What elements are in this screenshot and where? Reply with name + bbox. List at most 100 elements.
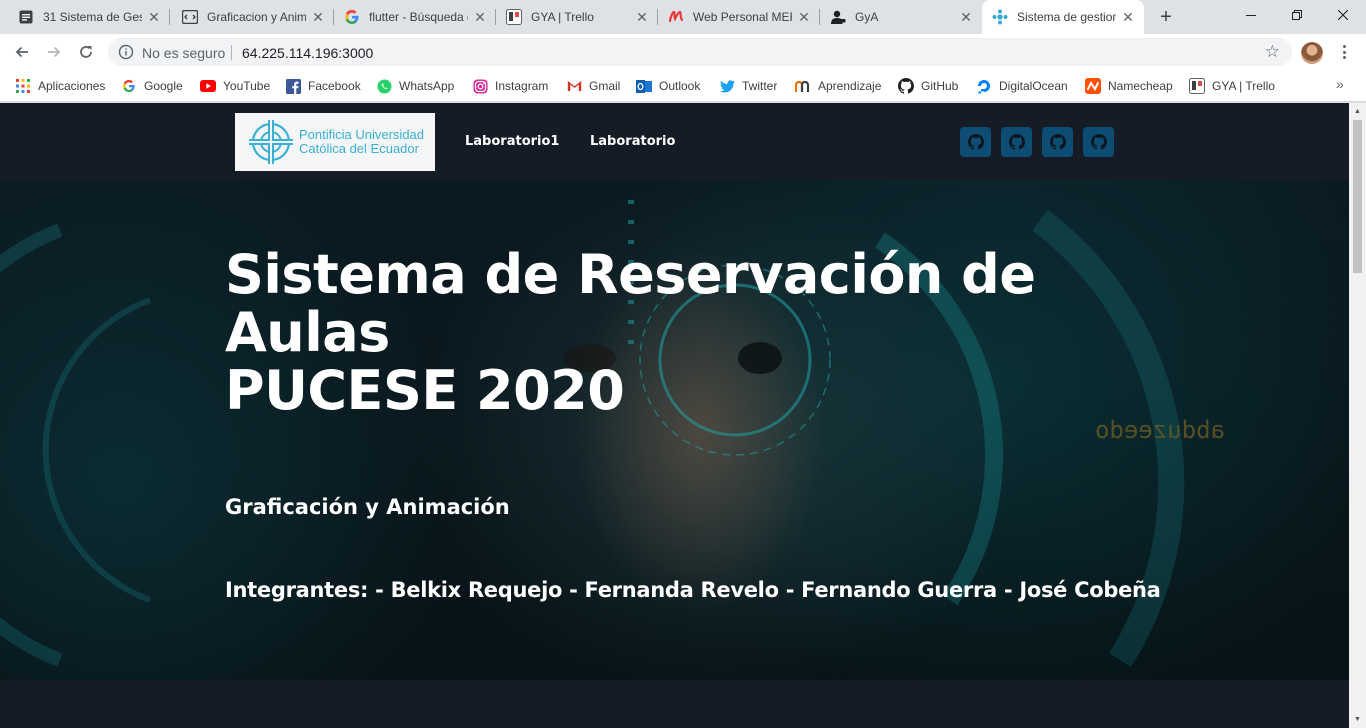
tab-flutter-search[interactable]: flutter - Búsqueda de Google ✕ xyxy=(334,0,496,34)
nav-link-laboratorio1[interactable]: Laboratorio1 xyxy=(465,134,559,149)
instagram-icon xyxy=(472,78,488,94)
twitter-icon xyxy=(719,78,735,94)
close-icon[interactable]: ✕ xyxy=(146,9,162,25)
close-icon[interactable]: ✕ xyxy=(958,9,974,25)
arrow-right-icon xyxy=(48,46,61,58)
bookmark-aprendizaje[interactable]: Aprendizaje xyxy=(795,76,881,96)
hero-title-line2: Aulas xyxy=(225,301,390,364)
bookmark-aplicaciones[interactable]: Aplicaciones xyxy=(15,76,105,96)
user-icon xyxy=(830,9,846,25)
namecheap-icon xyxy=(1085,78,1101,94)
google-icon xyxy=(344,9,360,25)
profile-avatar[interactable] xyxy=(1301,42,1323,64)
site-navbar: Pontificia Universidad Católica del Ecua… xyxy=(0,103,1349,180)
close-icon[interactable]: ✕ xyxy=(634,9,650,25)
tab-gya[interactable]: GyA ✕ xyxy=(820,0,982,34)
tab-graficacion[interactable]: Graficacion y Animación ✕ xyxy=(172,0,334,34)
restore-button[interactable] xyxy=(1274,0,1320,30)
google-icon xyxy=(121,78,137,94)
bookmark-label: Instagram xyxy=(495,79,549,93)
new-tab-button[interactable]: + xyxy=(1154,5,1178,29)
bookmark-github[interactable]: GitHub xyxy=(898,76,958,96)
close-icon[interactable]: ✕ xyxy=(472,9,488,25)
tab-strip: 31 Sistema de Gestión ✕ Graficacion y An… xyxy=(0,0,1366,34)
arrow-left-icon xyxy=(15,46,28,58)
app-icon xyxy=(992,9,1008,25)
github-link-button[interactable] xyxy=(1083,127,1114,157)
github-icon xyxy=(1090,134,1107,150)
bookmark-label: Twitter xyxy=(742,79,778,93)
bookmark-outlook[interactable]: Outlook xyxy=(636,76,700,96)
github-link-button[interactable] xyxy=(960,127,991,157)
chevron-right-icon[interactable]: » xyxy=(1336,76,1344,92)
bookmark-label: WhatsApp xyxy=(399,79,455,93)
close-icon[interactable]: ✕ xyxy=(796,9,812,25)
bookmark-whatsapp[interactable]: WhatsApp xyxy=(376,76,454,96)
apps-icon xyxy=(15,78,31,94)
trello-icon xyxy=(1189,78,1205,94)
forward-button[interactable] xyxy=(40,38,68,66)
bookmark-gya-trello[interactable]: GYA | Trello xyxy=(1189,76,1275,96)
github-link-button[interactable] xyxy=(1042,127,1073,157)
bookmark-twitter[interactable]: Twitter xyxy=(719,76,777,96)
pucese-emblem-icon xyxy=(249,120,293,164)
browser-toolbar: No es seguro 64.225.114.196:3000 ☆ xyxy=(0,34,1366,70)
close-icon[interactable]: ✕ xyxy=(1120,9,1136,25)
tab-sistema-gestion-doc[interactable]: 31 Sistema de Gestión ✕ xyxy=(8,0,170,34)
bookmark-youtube[interactable]: YouTube xyxy=(200,76,270,96)
menu-kebab-icon[interactable] xyxy=(1336,42,1352,62)
scroll-up-icon[interactable]: ▲ xyxy=(1349,103,1366,120)
tab-sistema-gestion-active[interactable]: Sistema de gestion ✕ xyxy=(982,0,1144,34)
logo-text-line2: Católica del Ecuador xyxy=(299,141,419,156)
github-link-button[interactable] xyxy=(1001,127,1032,157)
minimize-button[interactable] xyxy=(1228,0,1274,30)
close-window-button[interactable] xyxy=(1320,0,1366,30)
github-icon xyxy=(967,134,984,150)
hero-watermark-text: abduzeedo xyxy=(1095,416,1226,444)
learning-icon xyxy=(795,78,811,94)
bookmark-digitalocean[interactable]: DigitalOcean xyxy=(976,76,1068,96)
bookmark-label: Gmail xyxy=(589,79,621,93)
reload-button[interactable] xyxy=(72,38,100,66)
scroll-down-icon[interactable]: ▼ xyxy=(1349,711,1366,728)
tab-title: Web Personal MEF xyxy=(693,10,792,24)
facebook-icon xyxy=(285,78,301,94)
bookmark-gmail[interactable]: Gmail xyxy=(566,76,620,96)
hero-members: Integrantes: - Belkix Requejo - Fernanda… xyxy=(225,578,1161,602)
bookmarks-bar: Aplicaciones Google YouTube Facebook Wha… xyxy=(0,70,1366,102)
tab-title: Sistema de gestion xyxy=(1017,10,1116,24)
digitalocean-icon xyxy=(976,78,992,94)
bookmark-label: GYA | Trello xyxy=(1212,79,1275,93)
tab-title: GyA xyxy=(855,10,879,24)
hero-title: Sistema de Reservación de Aulas PUCESE 2… xyxy=(225,246,1125,420)
page-scrollbar[interactable]: ▲ ▼ xyxy=(1349,103,1366,728)
info-icon[interactable] xyxy=(118,44,134,60)
bookmark-star-icon[interactable]: ☆ xyxy=(1265,43,1280,61)
logo-text: Pontificia Universidad Católica del Ecua… xyxy=(299,128,424,156)
bookmark-namecheap[interactable]: Namecheap xyxy=(1085,76,1173,96)
nav-link-laboratorio[interactable]: Laboratorio xyxy=(590,134,675,149)
university-logo[interactable]: Pontificia Universidad Católica del Ecua… xyxy=(235,113,435,171)
outlook-icon xyxy=(636,78,652,94)
page-viewport: Pontificia Universidad Católica del Ecua… xyxy=(0,103,1366,728)
security-label[interactable]: No es seguro xyxy=(142,45,225,61)
url-text[interactable]: 64.225.114.196:3000 xyxy=(242,45,373,61)
tab-gya-trello[interactable]: GYA | Trello ✕ xyxy=(496,0,658,34)
tab-title: GYA | Trello xyxy=(531,10,594,24)
close-icon[interactable]: ✕ xyxy=(310,9,326,25)
bookmark-label: Aprendizaje xyxy=(818,79,882,93)
address-bar[interactable]: No es seguro 64.225.114.196:3000 ☆ xyxy=(108,38,1292,66)
back-button[interactable] xyxy=(8,38,36,66)
tab-web-personal[interactable]: Web Personal MEF ✕ xyxy=(658,0,820,34)
bookmark-instagram[interactable]: Instagram xyxy=(472,76,548,96)
whatsapp-icon xyxy=(376,78,392,94)
bookmark-facebook[interactable]: Facebook xyxy=(285,76,361,96)
bookmark-label: YouTube xyxy=(223,79,271,93)
scroll-thumb[interactable] xyxy=(1353,120,1362,273)
web-icon xyxy=(668,9,684,25)
logo-text-line1: Pontificia Universidad xyxy=(299,127,425,142)
bookmark-google[interactable]: Google xyxy=(121,76,183,96)
youtube-icon xyxy=(200,78,216,94)
gmail-icon xyxy=(566,78,582,94)
tab-title: Graficacion y Animación xyxy=(207,10,306,24)
